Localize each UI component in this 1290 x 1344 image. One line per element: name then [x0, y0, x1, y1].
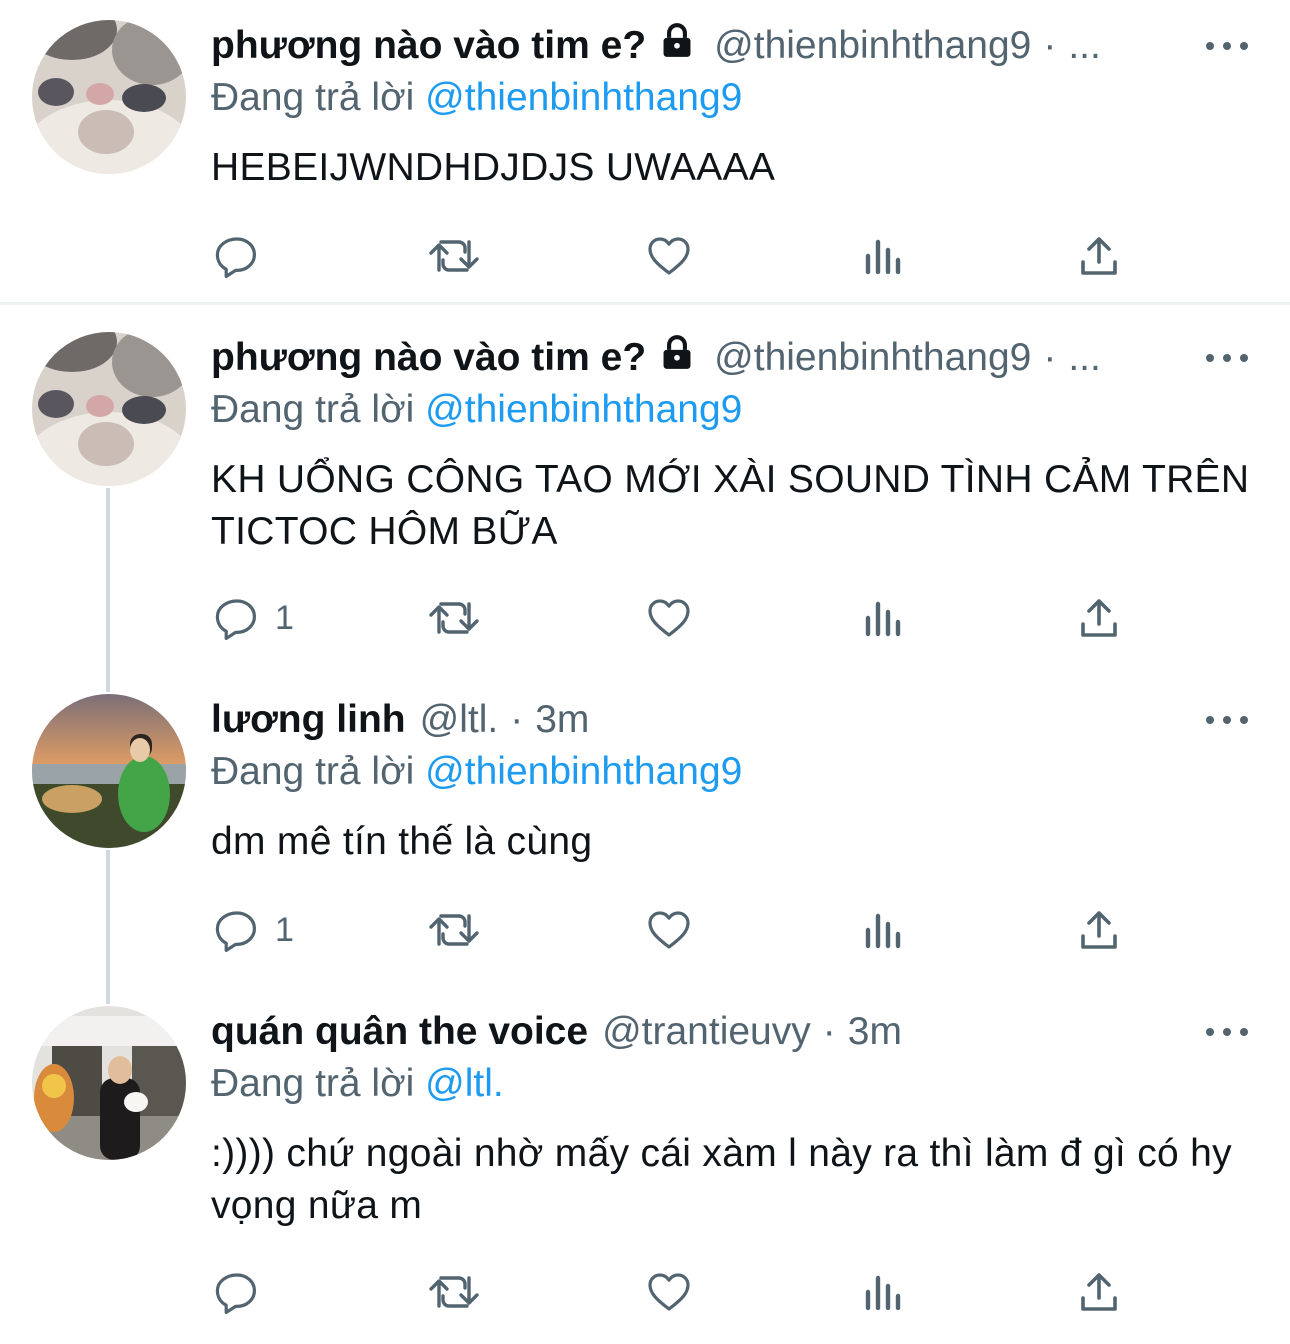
- share-button[interactable]: [1075, 592, 1123, 644]
- like-button[interactable]: [645, 904, 693, 956]
- tweet-text: KH UỔNG CÔNG TAO MỚI XÀI SOUND TÌNH CẢM …: [211, 458, 1250, 553]
- replying-label: Đang trả lời: [211, 750, 415, 793]
- like-button[interactable]: [645, 230, 693, 282]
- more-options-icon[interactable]: [1206, 36, 1248, 56]
- replying-to: Đang trả lời @thienbinhthang9: [211, 750, 742, 794]
- tweet[interactable]: quán quân the voice @trantieuvy · 3m Đan…: [0, 1006, 1290, 1336]
- tweet-header: quán quân the voice @trantieuvy · 3m: [211, 1006, 902, 1058]
- timestamp[interactable]: 3m: [848, 1010, 902, 1054]
- avatar[interactable]: [32, 1006, 186, 1160]
- replying-label: Đang trả lời: [211, 76, 415, 119]
- tweet[interactable]: lương linh @ltl. · 3m Đang trả lời @thie…: [0, 694, 1290, 984]
- reply-button[interactable]: 1: [213, 592, 294, 644]
- reply-button[interactable]: [213, 230, 275, 282]
- share-icon: [1081, 1273, 1117, 1311]
- tweet-actions: [211, 1266, 1211, 1318]
- replying-to: Đang trả lời @ltl.: [211, 1062, 504, 1106]
- share-button[interactable]: [1075, 230, 1123, 282]
- timestamp[interactable]: 3m: [535, 698, 589, 742]
- tweet-actions: 1: [211, 904, 1211, 956]
- replying-mention-link[interactable]: @thienbinhthang9: [425, 76, 742, 119]
- like-icon: [648, 237, 690, 275]
- reply-button[interactable]: [213, 1266, 275, 1318]
- retweet-button[interactable]: [427, 592, 481, 644]
- like-button[interactable]: [645, 592, 693, 644]
- tweet-text: HEBEIJWNDHDJDJS UWAAAA: [211, 146, 776, 189]
- retweet-icon: [429, 1276, 479, 1308]
- lock-icon: [658, 334, 696, 382]
- tweet[interactable]: phương nào vào tim e? @thienbinhthang9 ·…: [0, 332, 1290, 662]
- replying-label: Đang trả lời: [211, 1062, 415, 1105]
- reply-icon: [215, 237, 256, 278]
- avatar[interactable]: [32, 332, 186, 486]
- reply-count: 1: [275, 598, 294, 637]
- reply-count: 1: [275, 910, 294, 949]
- separator-dot: ·: [510, 698, 524, 741]
- views-icon: [865, 601, 901, 637]
- views-icon: [865, 913, 901, 949]
- lock-icon: [658, 22, 696, 70]
- more-options-icon[interactable]: [1206, 710, 1248, 730]
- reply-icon: [215, 911, 256, 952]
- tweet-header: phương nào vào tim e? @thienbinhthang9 ·…: [211, 332, 1101, 384]
- views-icon: [865, 1275, 901, 1311]
- reply-icon: [215, 599, 256, 640]
- share-icon: [1081, 599, 1117, 637]
- tweet-divider: [0, 302, 1290, 305]
- share-button[interactable]: [1075, 1266, 1123, 1318]
- retweet-button[interactable]: [427, 1266, 481, 1318]
- user-handle[interactable]: @trantieuvy: [602, 1010, 811, 1054]
- reply-button[interactable]: 1: [213, 904, 294, 956]
- more-options-icon[interactable]: [1206, 1022, 1248, 1042]
- more-options-icon[interactable]: [1206, 348, 1248, 368]
- tweet-text: dm mê tín thế là cùng: [211, 820, 593, 863]
- like-button[interactable]: [645, 1266, 693, 1318]
- replying-mention-link[interactable]: @thienbinhthang9: [425, 388, 742, 431]
- retweet-icon: [429, 602, 479, 634]
- display-name[interactable]: phương nào vào tim e?: [211, 336, 646, 380]
- retweet-button[interactable]: [427, 904, 481, 956]
- tweet-text: :)))) chứ ngoài nhờ mấy cái xàm l này ra…: [211, 1132, 1232, 1227]
- separator-dot: ·: [822, 1010, 836, 1053]
- views-button[interactable]: [861, 904, 909, 956]
- display-name[interactable]: quán quân the voice: [211, 1010, 588, 1054]
- like-icon: [648, 1273, 690, 1311]
- display-name[interactable]: phương nào vào tim e?: [211, 24, 646, 68]
- retweet-button[interactable]: [427, 230, 481, 282]
- share-button[interactable]: [1075, 904, 1123, 956]
- timestamp[interactable]: ...: [1068, 24, 1101, 68]
- display-name[interactable]: lương linh: [211, 698, 406, 742]
- tweet-header: lương linh @ltl. · 3m: [211, 694, 589, 746]
- replying-mention-link[interactable]: @thienbinhthang9: [425, 750, 742, 793]
- replying-to: Đang trả lời @thienbinhthang9: [211, 388, 742, 432]
- tweet[interactable]: phương nào vào tim e? @thienbinhthang9 ·…: [0, 20, 1290, 300]
- tweet-header: phương nào vào tim e? @thienbinhthang9 ·…: [211, 20, 1101, 72]
- avatar[interactable]: [32, 694, 186, 848]
- views-icon: [865, 239, 901, 275]
- user-handle[interactable]: @ltl.: [420, 698, 499, 742]
- share-icon: [1081, 237, 1117, 275]
- separator-dot: ·: [1043, 24, 1057, 67]
- reply-icon: [215, 1273, 256, 1314]
- separator-dot: ·: [1043, 336, 1057, 379]
- tweet-actions: [211, 230, 1211, 282]
- views-button[interactable]: [861, 592, 909, 644]
- user-handle[interactable]: @thienbinhthang9: [714, 336, 1031, 380]
- avatar[interactable]: [32, 20, 186, 174]
- like-icon: [648, 599, 690, 637]
- retweet-icon: [429, 240, 479, 272]
- replying-label: Đang trả lời: [211, 388, 415, 431]
- replying-mention-link[interactable]: @ltl.: [425, 1062, 504, 1105]
- replying-to: Đang trả lời @thienbinhthang9: [211, 76, 742, 120]
- retweet-icon: [429, 914, 479, 946]
- user-handle[interactable]: @thienbinhthang9: [714, 24, 1031, 68]
- views-button[interactable]: [861, 1266, 909, 1318]
- views-button[interactable]: [861, 230, 909, 282]
- tweet-actions: 1: [211, 592, 1211, 644]
- share-icon: [1081, 911, 1117, 949]
- like-icon: [648, 911, 690, 949]
- timestamp[interactable]: ...: [1068, 336, 1101, 380]
